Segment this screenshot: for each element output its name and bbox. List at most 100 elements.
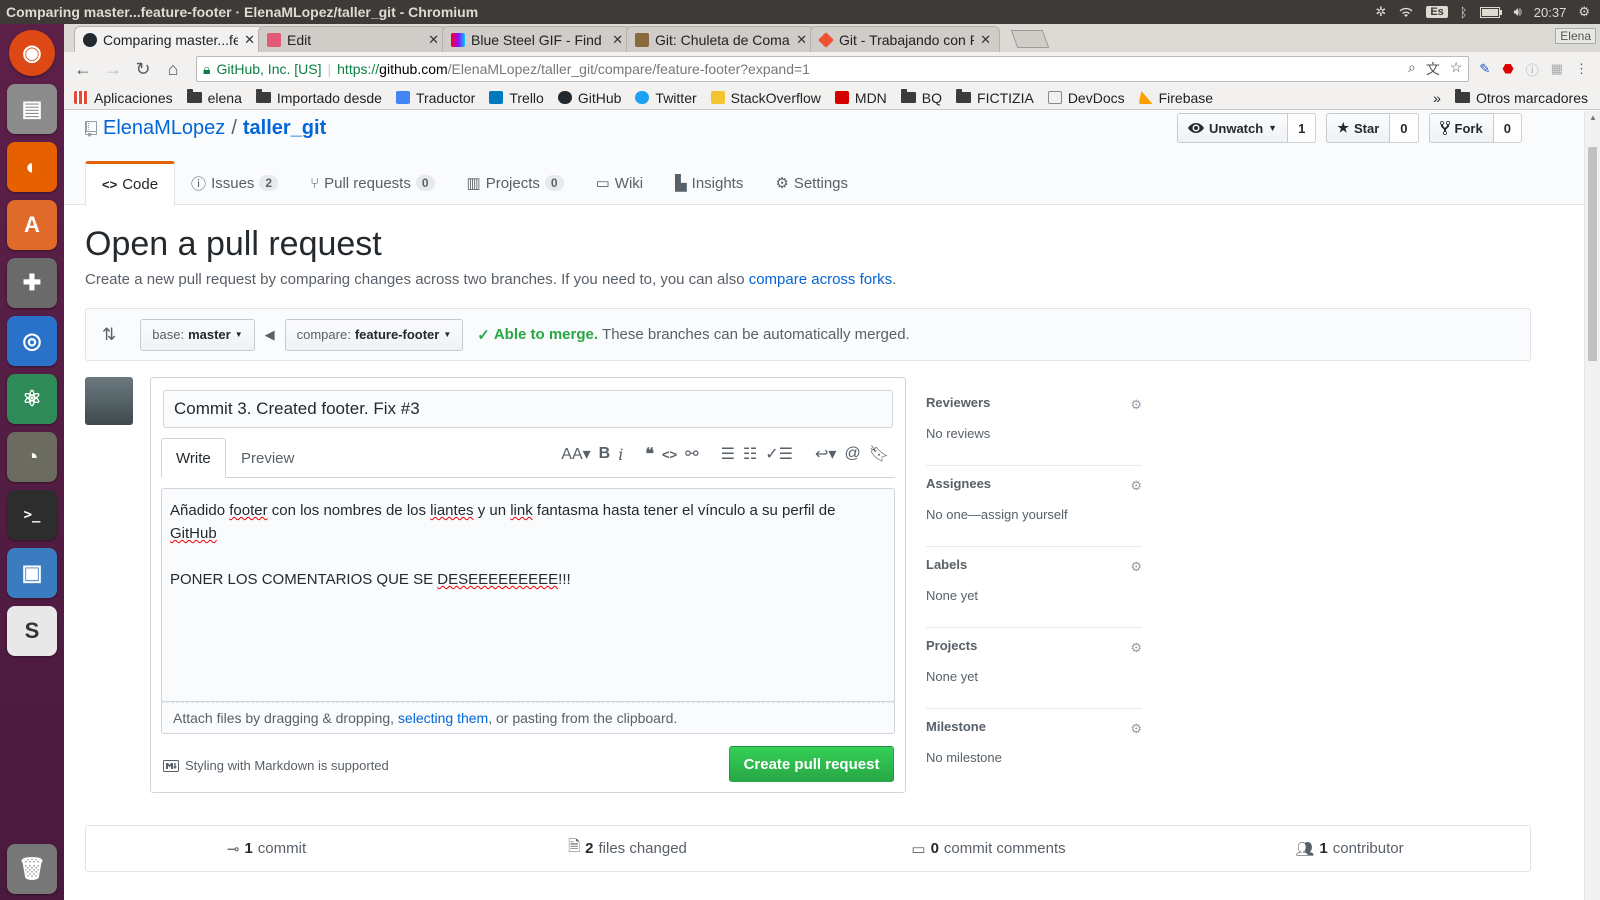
gear-icon[interactable]: ⚙ [1130,397,1142,413]
compare-branch-select[interactable]: compare: feature-footer ▼ [284,318,464,351]
new-tab-button[interactable] [1010,30,1050,48]
tab-settings[interactable]: ⚙ Settings [759,161,864,205]
bookmark-twitter[interactable]: Twitter [635,90,697,106]
profile-button[interactable]: Elena [1555,28,1596,44]
bookmark-folder-elena[interactable]: elena [186,89,242,106]
back-icon[interactable]: ← [70,56,96,82]
bookmark-github[interactable]: GitHub [557,90,621,106]
bookmark-aplicaciones[interactable]: Aplicaciones [74,90,173,106]
bookmarks-overflow-chevron-icon[interactable]: » [1433,90,1441,106]
italic-icon[interactable]: i [618,445,623,464]
sidebar-value[interactable]: No one—assign yourself [926,507,1068,522]
tab-wiki[interactable]: ▭ Wiki [580,161,660,205]
link-icon[interactable]: ⚯ [685,444,698,464]
tab-pull-requests[interactable]: ⑂ Pull requests 0 [294,161,450,205]
tab-projects[interactable]: ▥ Projects 0 [451,161,580,205]
extension-grid-icon[interactable]: ▦ [1551,61,1563,77]
scroll-up-icon[interactable]: ▲ [1589,113,1597,122]
power-gear-icon[interactable]: ⚙ [1578,4,1590,20]
volume-icon[interactable]: 🔊︎ [1514,4,1522,20]
unwatch-button[interactable]: Unwatch ▼ [1177,113,1289,143]
bookmark-folder-otros[interactable]: Otros marcadores [1454,89,1600,106]
compare-across-forks-link[interactable]: compare across forks [749,271,892,288]
tab-issues[interactable]: ⓘ Issues 2 [175,161,294,205]
extension-icon[interactable]: ⓘ [1526,60,1539,79]
markdown-note[interactable]: Styling with Markdown is supported [163,758,389,773]
browser-tab[interactable]: Blue Steel GIF - Find & Share on GIPHY ✕ [442,26,632,52]
page-scrollbar[interactable]: ▲ [1584,111,1600,900]
chromium-icon[interactable]: ◎ [7,316,57,366]
reply-icon[interactable]: ↩▾ [815,444,836,464]
files-icon[interactable]: ▤ [7,84,57,134]
gear-icon[interactable]: ⚙ [1130,478,1142,494]
tab-insights[interactable]: ▙ Insights [659,161,759,205]
bookmark-icon[interactable]: 🔖︎ [869,444,889,464]
menu-icon[interactable]: ⋮ [1575,61,1588,77]
bookmark-trello[interactable]: Trello [489,90,544,106]
close-tab-icon[interactable]: ✕ [980,32,991,48]
adblock-extension-icon[interactable]: ⬣ [1502,61,1513,77]
fork-button[interactable]: Fork [1428,113,1494,143]
bookmark-traductor[interactable]: Traductor [395,90,475,106]
summary-commit-comments[interactable]: ▭ 0 commit comments [808,840,1169,858]
repo-name-link[interactable]: taller_git [243,117,326,140]
atom-icon[interactable]: ⚛ [7,374,57,424]
forks-count[interactable]: 0 [1493,113,1522,143]
file-attach-bar[interactable]: Attach files by dragging & dropping, sel… [161,702,895,734]
translate-icon[interactable]: 文 [1426,59,1440,79]
base-branch-select[interactable]: base: master ▼ [140,318,255,351]
close-tab-icon[interactable]: ✕ [428,32,439,48]
terminal-icon[interactable]: >_ [7,490,57,540]
bluetooth-icon[interactable]: ᛒ [1460,5,1468,20]
code-icon[interactable]: <> [662,447,677,462]
slack-icon[interactable]: S [7,606,57,656]
pr-title-input[interactable]: Commit 3. Created footer. Fix #3 [163,390,893,428]
watchers-count[interactable]: 1 [1288,113,1317,143]
browser-tab[interactable]: Comparing master...feature-footer · Elen… [74,26,264,52]
forward-icon[interactable]: → [100,56,126,82]
close-tab-icon[interactable]: ✕ [796,32,807,48]
gear-indicator-icon[interactable]: ✲ [1375,4,1386,20]
ubuntu-logo-icon[interactable]: ◉ [9,30,55,76]
gear-icon[interactable]: ⚙ [1130,640,1142,656]
close-tab-icon[interactable]: ✕ [612,32,623,48]
tab-code[interactable]: <> Code [85,161,176,206]
bold-icon[interactable]: B [599,445,611,463]
system-settings-icon[interactable]: ✚ [7,258,57,308]
repo-owner-link[interactable]: ElenaMLopez [103,117,225,140]
unordered-list-icon[interactable]: ☰ [721,444,735,464]
avatar[interactable] [85,377,133,425]
battery-icon[interactable] [1479,6,1502,18]
summary-contributors[interactable]: 👥︎ 1 contributor [1169,840,1530,858]
browser-tab[interactable]: Edit ✕ [258,26,448,52]
summary-commits[interactable]: ⊸ 1 commit [86,840,447,858]
quote-icon[interactable]: ❝ [645,444,654,464]
firefox-icon[interactable]: ◐ [7,142,57,192]
summary-files-changed[interactable]: 🗎︎ 2 files changed [447,836,808,861]
select-files-link[interactable]: selecting them [398,710,488,726]
color-picker-extension-icon[interactable]: ✎ [1479,61,1490,77]
clock[interactable]: 20:37 [1534,5,1567,20]
security-chip[interactable]: GitHub, Inc. [US] [216,61,321,77]
bookmark-star-icon[interactable]: ☆ [1450,59,1463,79]
browser-tab[interactable]: Git: Chuleta de Comandos ✕ [626,26,816,52]
stars-count[interactable]: 0 [1390,113,1419,143]
gear-icon[interactable]: ⚙ [1130,559,1142,575]
zoom-icon[interactable]: ⌕ [1408,59,1416,79]
bookmark-mdn[interactable]: MDN [834,90,887,106]
gimp-icon[interactable]: ◔ [7,432,57,482]
ordered-list-icon[interactable]: ☷ [743,444,757,464]
scrollbar-thumb[interactable] [1588,147,1597,361]
create-pull-request-button[interactable]: Create pull request [729,746,894,782]
bookmark-folder-bq[interactable]: BQ [900,89,942,106]
bookmark-stackoverflow[interactable]: StackOverflow [710,90,821,106]
tab-preview[interactable]: Preview [227,438,308,478]
header-text-icon[interactable]: AA▾ [561,444,590,464]
pr-body-textarea[interactable]: Añadido footer con los nombres de los li… [161,488,895,702]
bookmark-devdocs[interactable]: DevDocs [1047,90,1125,106]
software-center-icon[interactable]: A [7,200,57,250]
home-icon[interactable]: ⌂ [160,56,186,82]
gear-icon[interactable]: ⚙ [1130,721,1142,737]
bookmark-firebase[interactable]: Firebase [1138,90,1213,106]
bookmark-folder-fictizia[interactable]: FICTIZIA [956,89,1034,106]
